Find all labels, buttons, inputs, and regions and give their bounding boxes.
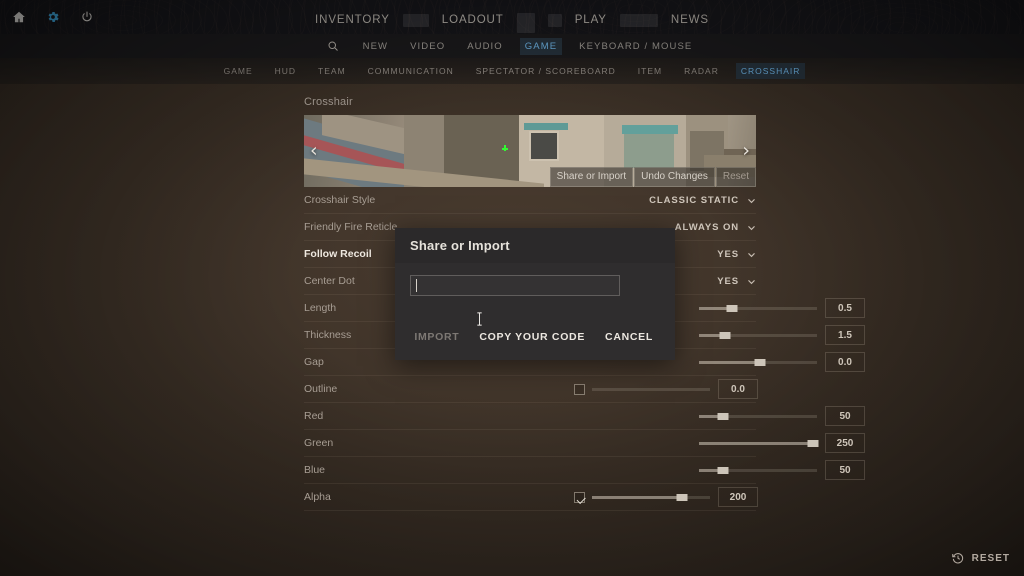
dialog-actions: IMPORT COPY YOUR CODE CANCEL bbox=[395, 331, 675, 343]
cancel-button[interactable]: CANCEL bbox=[605, 331, 653, 343]
game-settings-screen: INVENTORY LOADOUT PLAY NEWS NEW VIDEO AU… bbox=[0, 0, 1024, 576]
ibeam-cursor bbox=[477, 312, 482, 326]
dialog-header: Share or Import bbox=[395, 228, 675, 263]
copy-your-code-button[interactable]: COPY YOUR CODE bbox=[479, 331, 585, 343]
history-reset-icon bbox=[951, 553, 963, 564]
reset-all-button[interactable]: RESET bbox=[951, 551, 1010, 565]
dialog-title: Share or Import bbox=[410, 238, 510, 253]
import-button[interactable]: IMPORT bbox=[414, 331, 459, 343]
dialog-body: IMPORT COPY YOUR CODE CANCEL bbox=[395, 263, 675, 360]
share-code-input[interactable] bbox=[410, 275, 620, 296]
share-or-import-dialog: Share or Import IMPORT COPY YOUR CODE CA… bbox=[395, 228, 675, 360]
reset-label: RESET bbox=[971, 552, 1010, 564]
text-caret bbox=[416, 279, 417, 292]
